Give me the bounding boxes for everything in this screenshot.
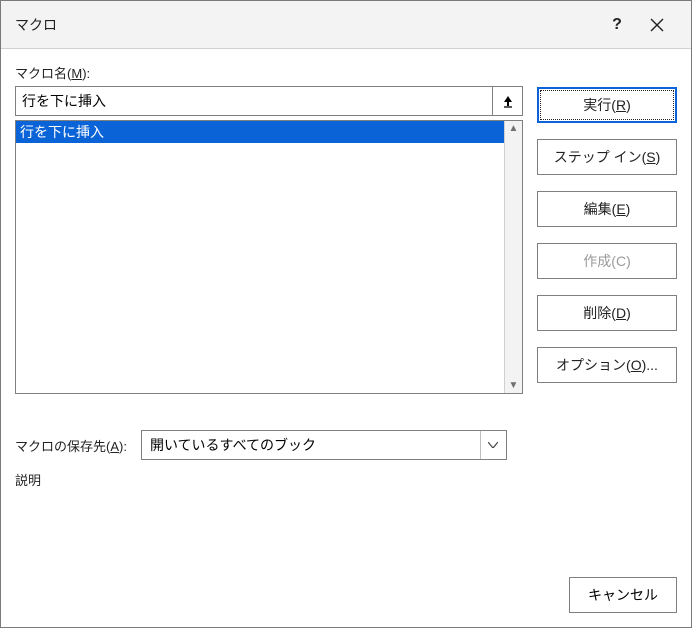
btn-text: ) — [626, 201, 631, 217]
macro-name-input[interactable] — [15, 86, 493, 116]
btn-text: オプション( — [556, 355, 631, 375]
label-accel: A — [110, 439, 119, 454]
btn-text: ) — [626, 97, 631, 113]
chevron-down-icon — [480, 431, 506, 459]
btn-text: ) — [626, 305, 631, 321]
footer: キャンセル — [15, 577, 677, 613]
titlebar: マクロ ? — [1, 1, 691, 49]
step-in-button[interactable]: ステップ イン(S) — [537, 139, 677, 175]
reference-icon — [501, 94, 515, 108]
options-button[interactable]: オプション(O)... — [537, 347, 677, 383]
edit-button[interactable]: 編集(E) — [537, 191, 677, 227]
btn-text: ステップ イン( — [554, 147, 647, 167]
scroll-up-icon: ▲ — [509, 123, 519, 134]
scroll-down-icon: ▼ — [509, 380, 519, 391]
btn-text: ) — [656, 149, 661, 165]
btn-accel: E — [616, 201, 625, 217]
description-label: 説明 — [15, 470, 677, 489]
delete-button[interactable]: 削除(D) — [537, 295, 677, 331]
btn-accel: S — [646, 149, 655, 165]
btn-text: 作成( — [583, 251, 616, 271]
cancel-button[interactable]: キャンセル — [569, 577, 677, 613]
btn-accel: O — [631, 357, 642, 373]
btn-text: ) — [626, 253, 631, 269]
label-text: マクロ名( — [15, 66, 71, 81]
close-button[interactable] — [637, 1, 677, 49]
btn-accel: C — [616, 253, 626, 269]
label-accel: M — [71, 66, 82, 81]
store-row: マクロの保存先(A): 開いているすべてのブック — [15, 430, 677, 460]
list-item[interactable]: 行を下に挿入 — [16, 121, 504, 143]
label-text: マクロの保存先( — [15, 439, 110, 454]
store-label: マクロの保存先(A): — [15, 436, 127, 455]
btn-text: )... — [642, 357, 658, 373]
close-icon — [650, 18, 664, 32]
run-button[interactable]: 実行(R) — [537, 87, 677, 123]
store-select[interactable]: 開いているすべてのブック — [141, 430, 507, 460]
button-column: 実行(R) ステップ イン(S) 編集(E) 作成(C) 削除(D) オプション… — [537, 86, 677, 383]
help-button[interactable]: ? — [597, 1, 637, 49]
macro-listbox[interactable]: 行を下に挿入 ▲ ▼ — [15, 120, 523, 394]
store-select-value: 開いているすべてのブック — [142, 431, 480, 459]
label-text: ): — [82, 66, 90, 81]
btn-accel: R — [616, 97, 626, 113]
btn-text: 編集( — [584, 199, 617, 219]
btn-text: 実行( — [583, 95, 616, 115]
create-button: 作成(C) — [537, 243, 677, 279]
reference-button[interactable] — [493, 86, 523, 116]
scrollbar[interactable]: ▲ ▼ — [504, 121, 522, 393]
list-inner: 行を下に挿入 — [16, 121, 504, 393]
btn-accel: D — [616, 305, 626, 321]
macro-name-row — [15, 86, 523, 116]
btn-text: 削除( — [583, 303, 616, 323]
label-text: ): — [119, 439, 127, 454]
dialog-body: マクロ名(M): 行を下に挿入 ▲ ▼ — [1, 49, 691, 627]
dialog-title: マクロ — [15, 15, 597, 35]
macro-name-label: マクロ名(M): — [15, 63, 677, 82]
